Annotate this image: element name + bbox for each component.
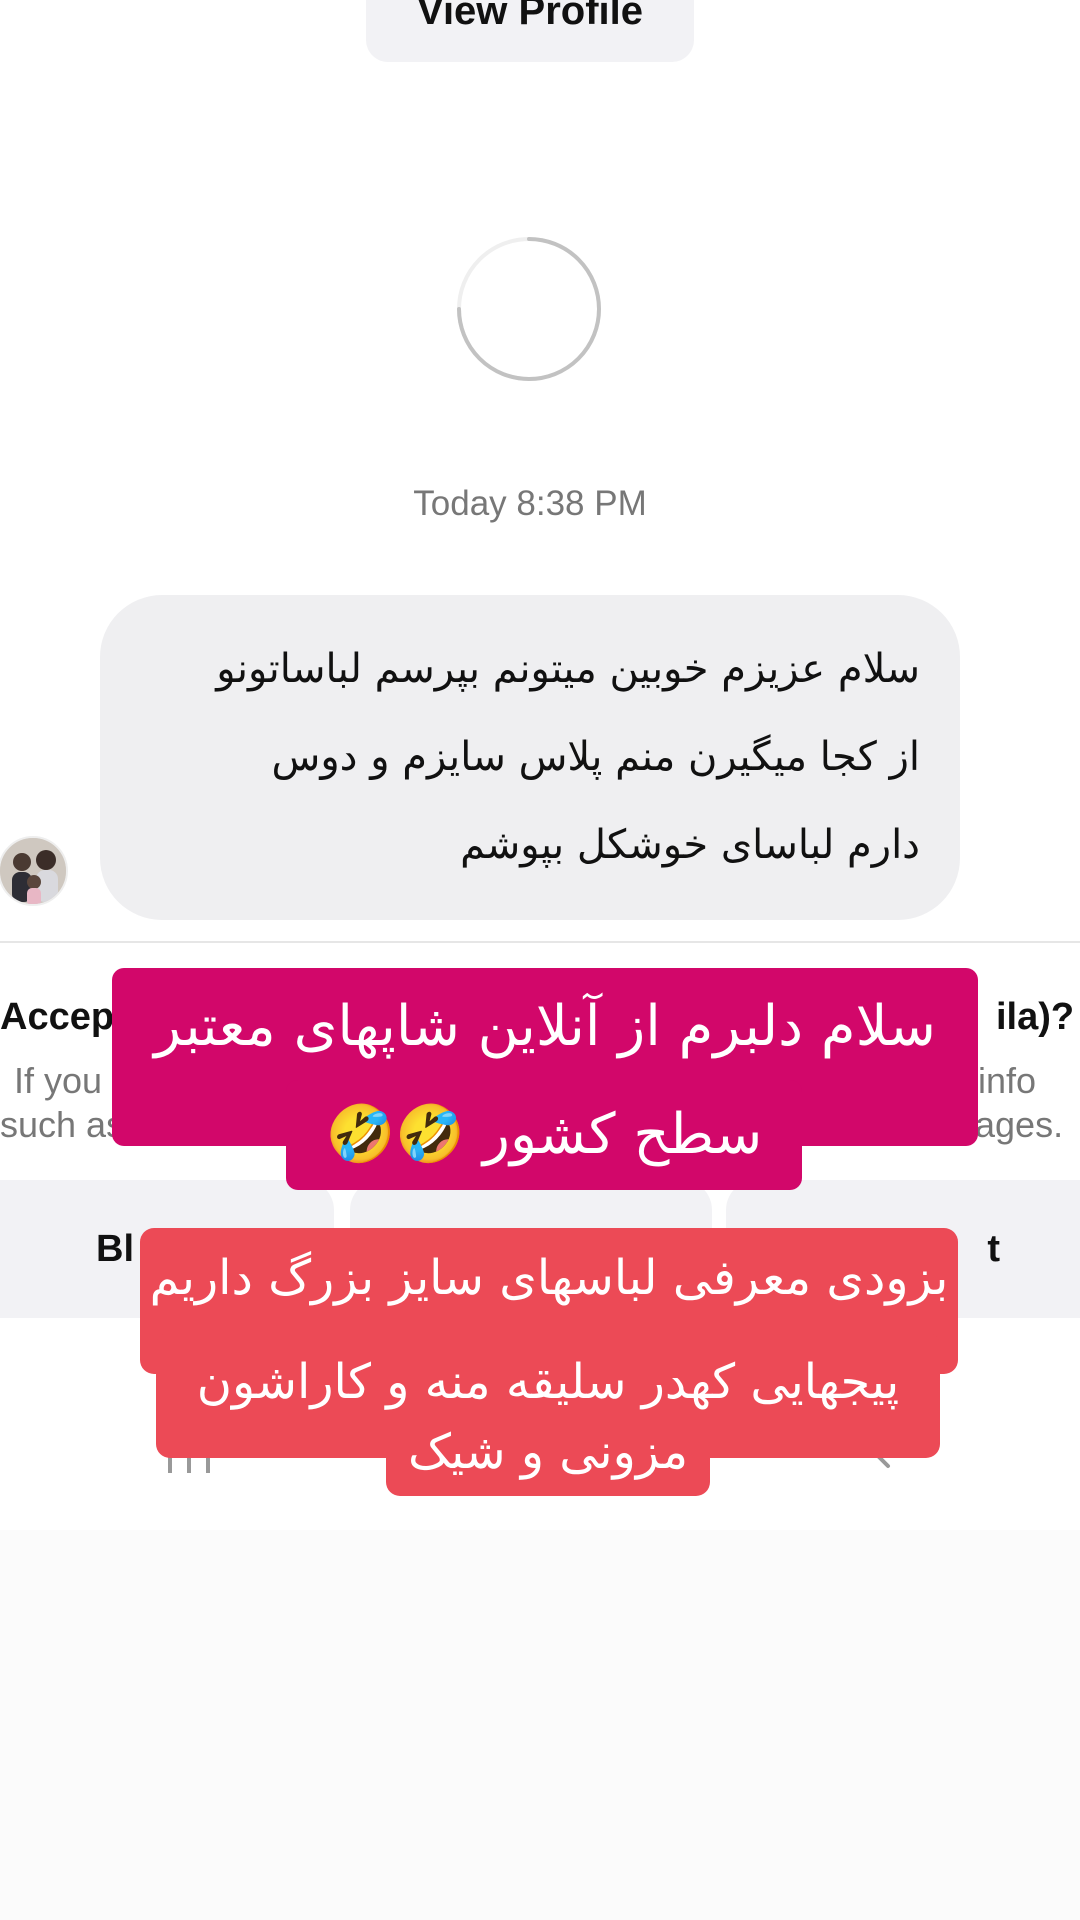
avatar-photo-icon [0, 838, 66, 904]
request-title-end: ila)? [996, 996, 1075, 1038]
empty-area [0, 1530, 1080, 1920]
sender-avatar[interactable] [0, 836, 68, 906]
block-button-label: Bl [96, 1227, 134, 1270]
message-line: سلام عزیزم خوبین میتونم بپرسم لباساتونو [216, 646, 920, 692]
incoming-message-bubble[interactable]: سلام عزیزم خوبین میتونم بپرسم لباساتونو … [100, 595, 960, 920]
divider [0, 941, 1080, 943]
request-description: If you [14, 1060, 103, 1101]
view-profile-button[interactable]: View Profile [366, 0, 694, 62]
request-description-end: ages. [975, 1104, 1064, 1145]
loading-spinner-icon [457, 237, 601, 381]
request-description-end: info [978, 1060, 1037, 1101]
overlay-caption: سطح کشور 🤣🤣 [286, 1080, 802, 1190]
overlay-caption: مزونی و شیک [386, 1410, 710, 1496]
message-timestamp: Today 8:38 PM [413, 484, 647, 523]
accept-button-label: t [987, 1227, 1000, 1270]
message-line: از کجا میگیرن منم پلاس سایزم و دوس [271, 734, 920, 780]
message-line: دارم لباسای خوشکل بپوشم [460, 822, 920, 868]
request-description: such as [0, 1104, 125, 1145]
request-title: Accep [0, 996, 115, 1038]
